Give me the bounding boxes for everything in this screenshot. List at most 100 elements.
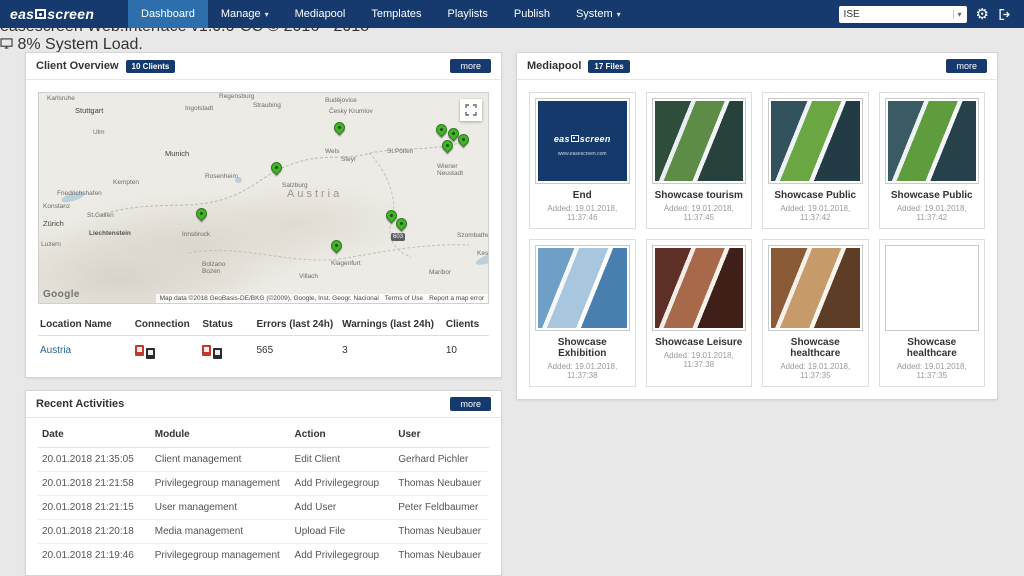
map-attribution-text: Map data ©2018 GeoBasis-DE/BKG (©2009), … xyxy=(160,295,379,302)
map-label: Kempten xyxy=(113,179,139,186)
activity-user: Peter Feldbaumer xyxy=(394,496,489,520)
warnings-count: 3 xyxy=(340,336,444,366)
media-item[interactable]: easscreen www.easescreen.com End Added: … xyxy=(529,92,636,229)
logout-icon[interactable] xyxy=(998,8,1012,21)
caret-down-icon: ▾ xyxy=(265,10,269,19)
logo-text: eas xyxy=(10,6,34,22)
errors-count: 565 xyxy=(254,336,340,366)
thumbnail-logo: easscreen www.easescreen.com xyxy=(538,101,627,157)
map-label: Česky Krumlov xyxy=(329,108,373,115)
media-name: Showcase Exhibition xyxy=(535,337,630,359)
map-label: Bolzano Bozen xyxy=(202,261,242,275)
media-item[interactable]: Showcase Public Added: 19.01.2018, 11:37… xyxy=(879,92,986,229)
files-count-badge: 17 Files xyxy=(588,60,629,73)
col-header: Clients xyxy=(444,314,489,336)
mediapool-more-button[interactable]: more xyxy=(946,59,987,73)
clients-table: Location Name Connection Status Errors (… xyxy=(38,314,489,365)
media-thumbnail xyxy=(885,98,980,184)
media-item[interactable]: Showcase healthcare Added: 19.01.2018, 1… xyxy=(879,239,986,387)
nav-label: System xyxy=(576,8,613,20)
nav-label: Dashboard xyxy=(141,8,195,20)
thumbnail-caption: www.easescreen.com xyxy=(538,151,627,157)
navbar-right: ISE ▾ ⚙ xyxy=(839,0,1024,28)
media-added: Added: 19.01.2018, 11:37:42 xyxy=(885,204,980,223)
map-label: Munich xyxy=(165,149,189,158)
map-label: Liechtenstein xyxy=(89,230,131,237)
map-attribution: Map data ©2018 GeoBasis-DE/BKG (©2009), … xyxy=(156,294,488,303)
activity-user: Thomas Neubauer xyxy=(394,472,489,496)
col-header: Status xyxy=(200,314,254,336)
map-road-badge: 603 xyxy=(391,233,405,241)
map-label: Stuttgart xyxy=(75,106,103,115)
activity-action: Add Privilegegroup xyxy=(291,544,395,568)
map-report-link[interactable]: Report a map error xyxy=(429,295,484,302)
recent-activities-header: Recent Activities more xyxy=(26,391,501,418)
filter-selected-value: ISE xyxy=(844,9,860,20)
client-overview-panel: Client Overview 10 Clients more Karlsruh… xyxy=(25,52,502,378)
nav-templates[interactable]: Templates xyxy=(358,0,434,28)
media-thumbnail xyxy=(652,98,747,184)
media-thumbnail xyxy=(768,245,863,331)
media-thumbnail: easscreen www.easescreen.com xyxy=(535,98,630,184)
nav-mediapool[interactable]: Mediapool xyxy=(282,0,359,28)
system-load-text: 8% System Load. xyxy=(17,36,142,53)
nav-label: Manage xyxy=(221,8,261,20)
media-item[interactable]: Showcase Public Added: 19.01.2018, 11:37… xyxy=(762,92,869,229)
app-logo[interactable]: easscreen xyxy=(0,0,128,28)
activities-table: Date Module Action User 20.01.2018 21:35… xyxy=(38,422,489,567)
nav-system[interactable]: System▾ xyxy=(563,0,634,28)
clients-count: 10 xyxy=(444,336,489,366)
client-overview-more-button[interactable]: more xyxy=(450,59,491,73)
monitor-icon xyxy=(0,38,13,49)
client-filter-select[interactable]: ISE ▾ xyxy=(839,6,967,23)
map-fullscreen-button[interactable] xyxy=(460,99,482,121)
map-label: St.Pölten xyxy=(387,148,413,155)
panel-title: Client Overview xyxy=(36,60,119,72)
nav-label: Publish xyxy=(514,8,550,20)
media-added: Added: 19.01.2018, 11:37:38 xyxy=(535,362,630,381)
nav-publish[interactable]: Publish xyxy=(501,0,563,28)
map-border-lines xyxy=(39,93,489,303)
nav-playlists[interactable]: Playlists xyxy=(435,0,501,28)
map-label: Wiener Neustadt xyxy=(437,163,479,177)
col-header: Action xyxy=(291,422,395,448)
media-item[interactable]: Showcase healthcare Added: 19.01.2018, 1… xyxy=(762,239,869,387)
media-item[interactable]: Showcase Exhibition Added: 19.01.2018, 1… xyxy=(529,239,636,387)
nav-label: Templates xyxy=(371,8,421,20)
media-thumbnail xyxy=(535,245,630,331)
media-thumbnail xyxy=(885,245,980,331)
media-item[interactable]: Showcase tourism Added: 19.01.2018, 11:3… xyxy=(646,92,753,229)
caret-down-icon: ▾ xyxy=(953,10,962,19)
clients-map[interactable]: Karlsruhe Stuttgart Ingolstadt Regensbur… xyxy=(38,92,489,304)
activity-date: 20.01.2018 21:19:46 xyxy=(38,544,151,568)
clients-count-badge: 10 Clients xyxy=(126,60,176,73)
google-logo[interactable]: Google xyxy=(43,289,80,300)
recent-activities-more-button[interactable]: more xyxy=(450,397,491,411)
media-name: Showcase Public xyxy=(885,190,980,201)
activity-user: Thomas Neubauer xyxy=(394,520,489,544)
media-thumbnail xyxy=(652,245,747,331)
connection-ok-icon xyxy=(146,348,155,359)
map-label: Ulm xyxy=(93,129,105,136)
mediapool-header: Mediapool 17 Files more xyxy=(517,53,997,80)
settings-gear-icon[interactable]: ⚙ xyxy=(976,7,989,22)
table-row: Austria 565 3 10 xyxy=(38,336,489,366)
map-label: Zürich xyxy=(43,219,64,228)
nav-manage[interactable]: Manage ▾ xyxy=(208,0,282,28)
media-name: Showcase Public xyxy=(768,190,863,201)
status-error-icon xyxy=(202,345,211,356)
media-added: Added: 19.01.2018, 11:37:45 xyxy=(652,204,747,223)
map-terms-link[interactable]: Terms of Use xyxy=(385,295,423,302)
activity-action: Add Privilegegroup xyxy=(291,472,395,496)
table-row: 20.01.2018 21:21:15 User management Add … xyxy=(38,496,489,520)
activity-action: Upload File xyxy=(291,520,395,544)
col-header: User xyxy=(394,422,489,448)
nav-dashboard[interactable]: Dashboard xyxy=(128,0,208,28)
media-name: Showcase healthcare xyxy=(885,337,980,359)
media-item[interactable]: Showcase Leisure Added: 19.01.2018, 11:3… xyxy=(646,239,753,387)
map-label: Villach xyxy=(299,273,318,280)
media-name: Showcase healthcare xyxy=(768,337,863,359)
activity-user: Thomas Neubauer xyxy=(394,544,489,568)
location-link[interactable]: Austria xyxy=(40,345,71,356)
client-overview-header: Client Overview 10 Clients more xyxy=(26,53,501,80)
